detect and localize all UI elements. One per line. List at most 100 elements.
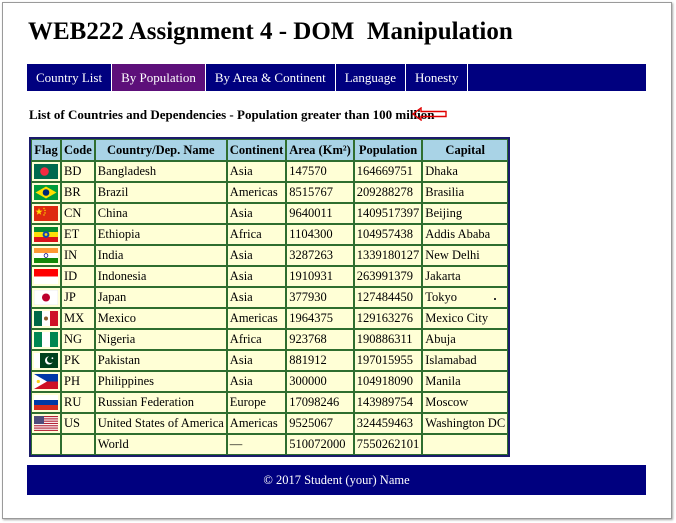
cell-country-name: Pakistan [94,350,227,371]
column-header-capital: Capital [422,139,509,161]
cell-continent: Africa [226,329,287,350]
cell-population: 143989754 [353,392,423,413]
cell-country-name: Nigeria [94,329,227,350]
cell-continent: Asia [226,287,287,308]
column-header-population: Population [353,139,423,161]
cell-code: NG [61,329,95,350]
nav-item-language[interactable]: Language [336,64,406,91]
cell-continent: Americas [226,308,287,329]
cell-code: PK [61,350,95,371]
cell-area: 3287263 [286,245,354,266]
cell-population: 104918090 [353,371,423,392]
cell-code: IN [61,245,95,266]
cell-capital: Dhaka [422,161,509,182]
cell-continent: Asia [226,266,287,287]
cell-capital: Washington DC [422,413,509,434]
cell-area: 923768 [286,329,354,350]
cell-population: 127484450 [353,287,423,308]
table-row: ID Indonesia Asia 1910931 263991379 Jakarta [31,266,509,287]
cell-code: ET [61,224,95,245]
cell-population: 1339180127 [353,245,423,266]
column-header-name: Country/Dep. Name [94,139,227,161]
cell-code: MX [61,308,95,329]
table-header-row: Flag Code Country/Dep. Name Continent Ar… [31,139,509,161]
cell-flag [31,161,61,182]
cell-capital: Brasilia [422,182,509,203]
cell-population: 1409517397 [353,203,423,224]
table-row: IN India Asia 3287263 1339180127 New Delhi [31,245,509,266]
table-row: JP Japan Asia 377930 127484450 Tokyo [31,287,509,308]
cell-country-name: Russian Federation [94,392,227,413]
table-body: BD Bangladesh Asia 147570 164669751 Dhaka BR Br… [31,161,509,455]
cell-flag [31,224,61,245]
cell-country-name: Philippines [94,371,227,392]
cell-continent: Americas [226,182,287,203]
nav-item-by-population[interactable]: By Population [112,64,206,91]
cell-area: 1910931 [286,266,354,287]
cell-country-name: Japan [94,287,227,308]
japan-flag-icon [34,290,58,306]
cell-population: 190886311 [353,329,423,350]
left-arrow-icon [412,107,447,121]
ethiopia-flag-icon [34,227,58,243]
cell-area: 8515767 [286,182,354,203]
cell-area: 9640011 [286,203,354,224]
cell-code: ID [61,266,95,287]
cell-capital: Moscow [422,392,509,413]
nav-item-honesty[interactable]: Honesty [406,64,469,91]
cell-population: 263991379 [353,266,423,287]
table-row: RU Russian Federation Europe 17098246 143989… [31,392,509,413]
philippines-flag-icon [34,374,58,390]
cell-capital [422,434,509,455]
table-row: BD Bangladesh Asia 147570 164669751 Dhaka [31,161,509,182]
cell-flag [31,371,61,392]
cell-population: 197015955 [353,350,423,371]
nav-item-by-area-continent[interactable]: By Area & Continent [206,64,336,91]
cell-population: 129163276 [353,308,423,329]
table-row: US United States of America Americas 952506… [31,413,509,434]
column-header-code: Code [61,139,95,161]
nav-item-country-list[interactable]: Country List [27,64,113,91]
cell-area: 9525067 [286,413,354,434]
cell-code: US [61,413,95,434]
cell-flag [31,203,61,224]
bangladesh-flag-icon [34,164,58,180]
cell-continent: Asia [226,245,287,266]
cell-flag [31,413,61,434]
cell-code [61,434,95,455]
cell-flag [31,245,61,266]
indonesia-flag-icon [34,269,58,285]
table-caption: List of Countries and Dependencies - Pop… [29,107,435,122]
cell-continent: Asia [226,161,287,182]
cell-country-name: United States of America [94,413,227,434]
table-row: PK Pakistan Asia 881912 197015955 Islamabad [31,350,509,371]
cell-flag [31,329,61,350]
russia-flag-icon [34,395,58,411]
pakistan-flag-icon [34,353,58,369]
cell-area: 17098246 [286,392,354,413]
cell-code: RU [61,392,95,413]
cell-country-name: Ethiopia [94,224,227,245]
cell-area: 1104300 [286,224,354,245]
cell-flag [31,182,61,203]
cell-continent: Asia [226,371,287,392]
mexico-flag-icon [34,311,58,327]
cell-population: 164669751 [353,161,423,182]
cell-code: JP [61,287,95,308]
footer: © 2017 Student (your) Name [27,465,646,495]
cell-code: CN [61,203,95,224]
cell-continent: Americas [226,413,287,434]
cell-capital: New Delhi [422,245,509,266]
page-title: WEB222 Assignment 4 - DOM Manipulation [28,18,513,45]
cell-area: 510072000 [286,434,354,455]
cell-code: BR [61,182,95,203]
cell-country-name: China [94,203,227,224]
column-header-area: Area (Km²) [286,139,354,161]
china-flag-icon [34,206,58,222]
cell-country-name: Mexico [94,308,227,329]
table-row: NG Nigeria Africa 923768 190886311 Abuja [31,329,509,350]
cell-flag [31,434,61,455]
table-row: MX Mexico Americas 1964375 129163276 Mexico C… [31,308,509,329]
cell-flag [31,350,61,371]
cell-country-name: Indonesia [94,266,227,287]
